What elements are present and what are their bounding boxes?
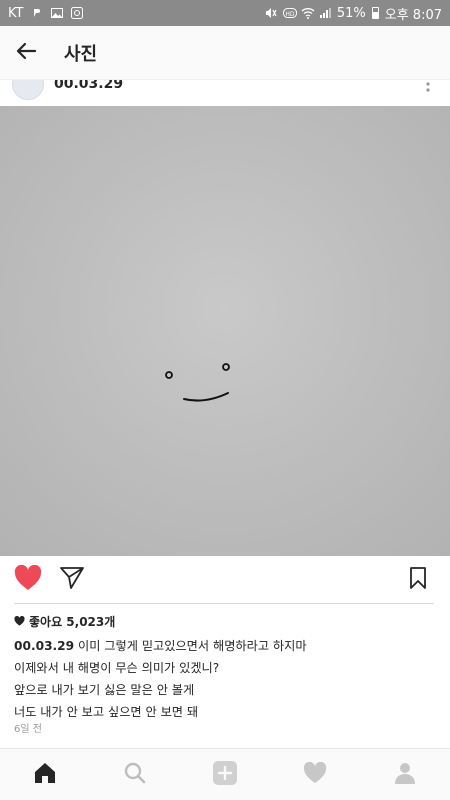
smile-mouth — [183, 392, 229, 402]
caption-text-1: 이미 그렇게 믿고있으면서 해명하라고 하지마 — [78, 639, 307, 653]
save-button[interactable] — [404, 566, 432, 594]
arrow-left-icon — [15, 40, 37, 66]
post-photo[interactable] — [0, 106, 450, 556]
caption-line-1: 00.03.29 이미 그렇게 믿고있으면서 해명하라고 하지마 — [14, 635, 438, 657]
divider — [14, 603, 434, 604]
like-button[interactable] — [14, 564, 42, 595]
likes-count[interactable]: 좋아요 5,023개 — [14, 613, 115, 630]
clock: 오후 8:07 — [384, 7, 442, 23]
caption-line-3: 앞으로 내가 보기 싫은 말은 안 볼게 — [14, 683, 195, 697]
nav-home[interactable] — [23, 753, 67, 797]
bookmark-icon — [409, 566, 427, 594]
post-timestamp: 6일 전 — [14, 724, 42, 735]
activity-icon — [303, 761, 327, 788]
app-icon — [71, 7, 84, 19]
wifi-icon — [301, 7, 315, 19]
signal-icon — [319, 7, 331, 19]
search-icon — [123, 761, 147, 789]
bottom-nav — [0, 748, 450, 800]
mute-icon — [265, 7, 277, 19]
home-icon — [33, 761, 57, 789]
add-icon — [212, 760, 238, 790]
heart-filled-icon — [14, 564, 42, 595]
right-eye — [222, 363, 230, 371]
hd-icon: HD — [282, 7, 297, 19]
status-left: KT — [8, 5, 84, 21]
left-eye — [165, 371, 173, 379]
status-right: HD 51% 오후 8:07 — [265, 4, 442, 23]
status-bar: KT HD 51% 오후 8:07 — [0, 0, 450, 26]
carrier-label: KT — [8, 5, 24, 21]
battery-icon — [371, 7, 379, 19]
smiley-drawing — [165, 363, 230, 402]
app-header: 사진 — [0, 26, 450, 80]
share-button[interactable] — [58, 566, 86, 594]
nav-activity[interactable] — [293, 753, 337, 797]
post-actions — [0, 556, 450, 604]
nav-search[interactable] — [113, 753, 157, 797]
caption-line-4: 너도 내가 안 보고 싶으면 안 보면 돼 — [14, 705, 199, 719]
caption-username[interactable]: 00.03.29 — [14, 639, 74, 653]
post-caption: 00.03.29 이미 그렇게 믿고있으면서 해명하라고 하지마 이제와서 내 … — [14, 635, 438, 723]
send-icon — [59, 566, 85, 594]
message-icon — [31, 7, 43, 19]
profile-icon — [393, 761, 417, 789]
page-title: 사진 — [64, 43, 98, 65]
image-icon — [51, 7, 64, 19]
back-button[interactable] — [0, 26, 52, 80]
nav-profile[interactable] — [383, 753, 427, 797]
battery-percent: 51% — [336, 5, 366, 21]
caption-line-2: 이제와서 내 해명이 무슨 의미가 있겠니? — [14, 661, 220, 675]
nav-add[interactable] — [203, 753, 247, 797]
likes-text: 좋아요 5,023개 — [29, 615, 116, 629]
svg-text:HD: HD — [285, 11, 295, 18]
small-heart-icon — [14, 615, 25, 629]
